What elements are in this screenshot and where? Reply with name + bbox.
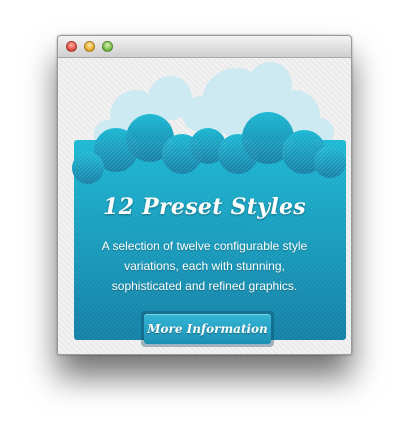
card-description: A selection of twelve configurable style… — [101, 239, 308, 293]
blue-card — [72, 112, 346, 340]
more-information-button-frame: More Information — [141, 311, 274, 347]
minimize-icon[interactable] — [84, 41, 95, 52]
close-icon[interactable] — [66, 41, 77, 52]
title-bar[interactable] — [58, 36, 351, 58]
zoom-icon[interactable] — [102, 41, 113, 52]
card-title: 12 Preset Styles — [103, 194, 306, 220]
more-information-button[interactable]: More Information — [144, 314, 271, 344]
app-window: 12 Preset Styles A selection of twelve c… — [57, 35, 352, 355]
window-content: 12 Preset Styles A selection of twelve c… — [58, 58, 351, 354]
